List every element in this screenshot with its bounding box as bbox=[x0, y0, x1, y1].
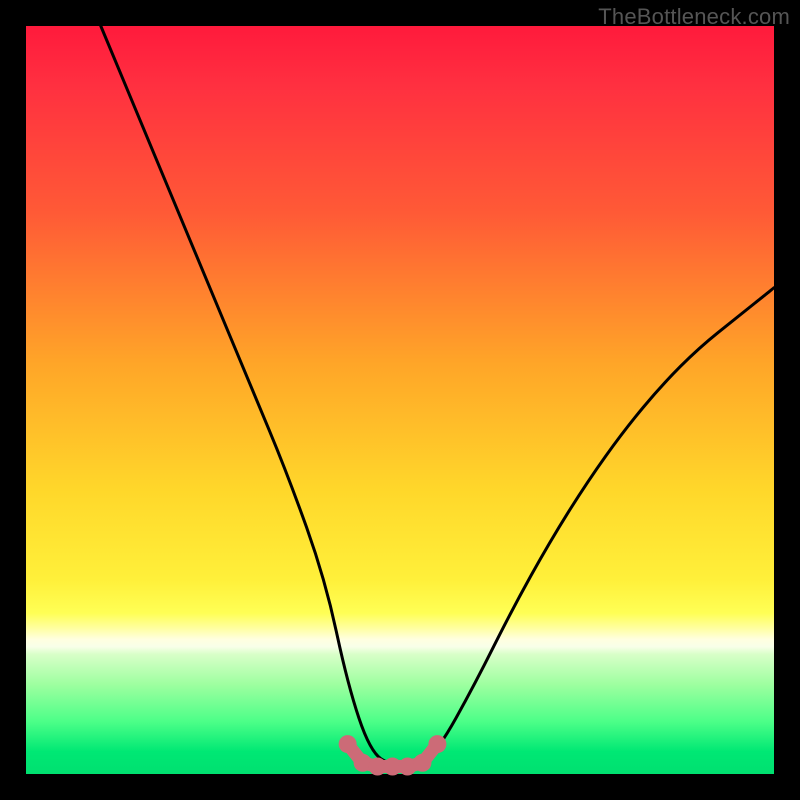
floor-marker-dot bbox=[428, 735, 446, 753]
floor-marker-dot bbox=[339, 735, 357, 753]
floor-marker-dot bbox=[354, 754, 372, 772]
chart-frame: TheBottleneck.com bbox=[0, 0, 800, 800]
floor-marker-dot bbox=[413, 754, 431, 772]
bottleneck-curve bbox=[101, 26, 774, 767]
floor-marker-dot bbox=[398, 758, 416, 776]
curve-layer bbox=[26, 26, 774, 774]
plot-area bbox=[26, 26, 774, 774]
